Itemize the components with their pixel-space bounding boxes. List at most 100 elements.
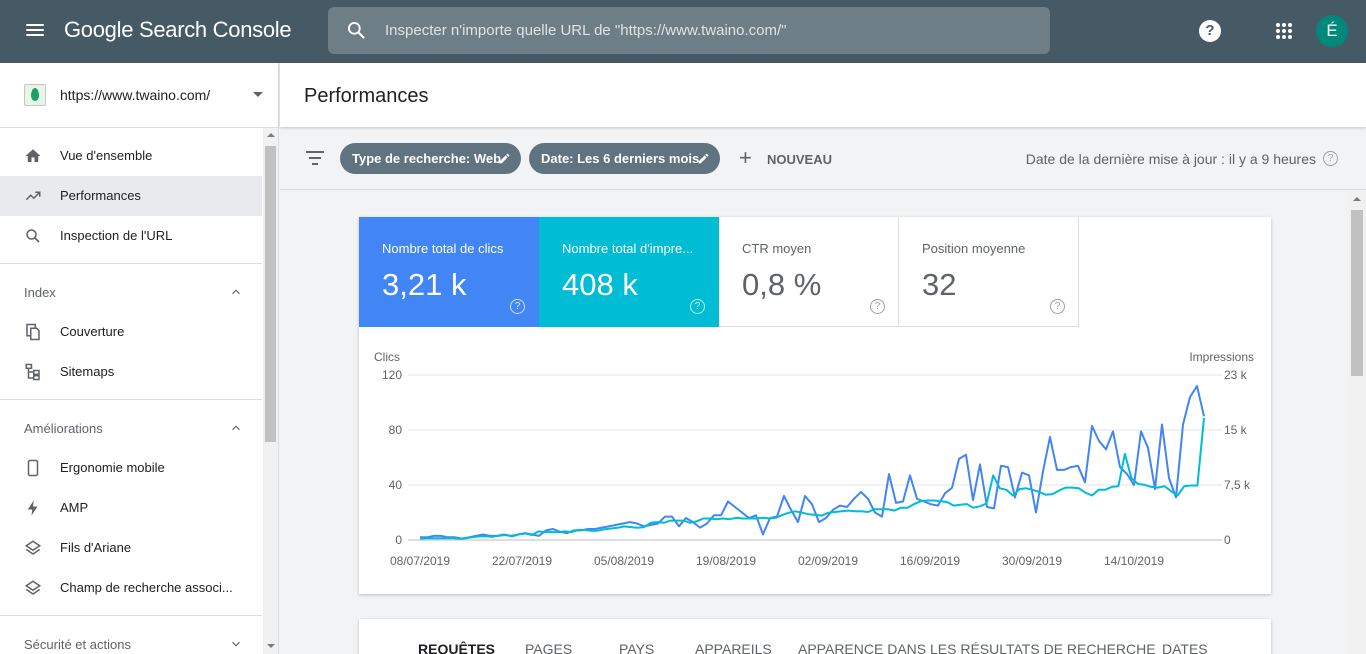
scrollbar-thumb[interactable] bbox=[1351, 210, 1363, 376]
sidebar-item-sitelinks-searchbox[interactable]: Champ de recherche associ... bbox=[0, 568, 262, 608]
tab-devices[interactable]: APPAREILS bbox=[695, 641, 772, 654]
url-inspection-search[interactable] bbox=[328, 7, 1050, 54]
metric-label: Position moyenne bbox=[922, 241, 1026, 256]
metric-label: CTR moyen bbox=[742, 241, 812, 256]
sidebar-item-label: Couverture bbox=[60, 324, 125, 339]
sidebar-item-label: Fils d'Ariane bbox=[60, 540, 132, 555]
main-scrollbar[interactable] bbox=[1349, 192, 1366, 654]
sidebar-item-label: AMP bbox=[60, 500, 89, 515]
sidebar-item-coverage[interactable]: Couverture bbox=[0, 312, 262, 352]
sidebar-item-label: Vue d'ensemble bbox=[60, 148, 153, 163]
trending-up-icon bbox=[25, 191, 41, 201]
tab-countries[interactable]: PAYS bbox=[619, 641, 654, 654]
sitemap-icon bbox=[25, 363, 40, 381]
filter-chip-label: Date: Les 6 derniers mois bbox=[541, 151, 700, 166]
search-icon bbox=[26, 229, 40, 243]
copy-icon bbox=[26, 323, 40, 341]
x-tick-label: 30/09/2019 bbox=[1002, 554, 1062, 568]
metric-value: 0,8 % bbox=[742, 267, 822, 302]
help-circle-icon[interactable]: ? bbox=[1050, 299, 1065, 314]
metric-value: 32 bbox=[922, 267, 957, 302]
y-right-tick-label: 23 k bbox=[1224, 368, 1248, 382]
sidebar: https://www.twaino.com/ Vue d'ensemble P… bbox=[0, 63, 279, 654]
layers-icon bbox=[24, 580, 42, 595]
scroll-down-icon[interactable] bbox=[267, 644, 275, 648]
section-enhancements-header[interactable]: Améliorations bbox=[0, 407, 262, 447]
y-right-tick-label: 15 k bbox=[1224, 423, 1248, 437]
section-title: Index bbox=[24, 285, 56, 300]
smartphone-icon bbox=[27, 459, 39, 477]
performance-chart: Clics Impressions 120 23 k 80 15 k 40 7,5 k 0 0 08… bbox=[374, 350, 1254, 568]
y-right-axis-title: Impressions bbox=[1189, 350, 1254, 364]
performance-card: Nombre total de clics 3,21 k ? Nombre to… bbox=[359, 217, 1271, 594]
metric-label: Nombre total de clics bbox=[382, 241, 504, 256]
metric-average-position[interactable]: Position moyenne 32 ? bbox=[899, 217, 1079, 327]
help-icon[interactable]: ? bbox=[1199, 20, 1221, 42]
filter-list-icon[interactable] bbox=[306, 151, 324, 165]
y-left-tick-label: 120 bbox=[382, 368, 402, 382]
chevron-up-icon bbox=[232, 425, 240, 431]
tab-pages[interactable]: PAGES bbox=[525, 641, 572, 654]
sidebar-item-overview[interactable]: Vue d'ensemble bbox=[0, 136, 262, 176]
section-index-header[interactable]: Index bbox=[0, 271, 262, 311]
metric-total-impressions[interactable]: Nombre total d'impre... 408 k ? bbox=[539, 217, 719, 327]
account-avatar[interactable]: É bbox=[1316, 15, 1348, 47]
sidebar-item-label: Sitemaps bbox=[60, 364, 115, 379]
filter-chip-search-type[interactable]: Type de recherche: Web bbox=[340, 143, 521, 174]
filter-chip-date[interactable]: Date: Les 6 derniers mois bbox=[529, 143, 720, 174]
sidebar-item-label: Ergonomie mobile bbox=[60, 460, 165, 475]
x-tick-label: 05/08/2019 bbox=[594, 554, 654, 568]
tab-queries[interactable]: REQUÊTES bbox=[418, 641, 495, 654]
y-left-tick-label: 80 bbox=[389, 423, 403, 437]
section-title: Sécurité et actions bbox=[24, 637, 131, 652]
app-logo[interactable]: Google Search Console bbox=[64, 17, 292, 43]
sidebar-item-label: Champ de recherche associ... bbox=[60, 580, 233, 595]
y-left-tick-label: 40 bbox=[389, 478, 403, 492]
help-circle-icon[interactable]: ? bbox=[510, 299, 525, 314]
property-url: https://www.twaino.com/ bbox=[60, 87, 211, 103]
x-tick-label: 14/10/2019 bbox=[1104, 554, 1164, 568]
edit-icon[interactable] bbox=[498, 152, 511, 165]
section-title: Améliorations bbox=[24, 421, 103, 436]
layers-icon bbox=[24, 540, 42, 555]
help-circle-icon[interactable]: ? bbox=[1323, 151, 1338, 166]
edit-icon[interactable] bbox=[697, 152, 710, 165]
sidebar-item-label: Inspection de l'URL bbox=[60, 228, 173, 243]
google-apps-icon[interactable] bbox=[1276, 23, 1293, 40]
scroll-up-icon[interactable] bbox=[267, 133, 275, 137]
filter-chip-label: Type de recherche: Web bbox=[352, 151, 502, 166]
scroll-up-icon[interactable] bbox=[1353, 197, 1361, 201]
sidebar-item-sitemaps[interactable]: Sitemaps bbox=[0, 352, 262, 392]
tab-search-appearance[interactable]: APPARENCE DANS LES RÉSULTATS DE RECHERCH… bbox=[798, 641, 1156, 654]
sidebar-item-label: Performances bbox=[60, 188, 141, 203]
hamburger-menu-icon[interactable] bbox=[24, 21, 46, 41]
metric-total-clicks[interactable]: Nombre total de clics 3,21 k ? bbox=[359, 217, 539, 327]
sidebar-item-breadcrumbs[interactable]: Fils d'Ariane bbox=[0, 528, 262, 568]
x-tick-label: 16/09/2019 bbox=[900, 554, 960, 568]
url-inspection-input[interactable] bbox=[385, 7, 1035, 54]
metric-average-ctr[interactable]: CTR moyen 0,8 % ? bbox=[719, 217, 899, 327]
help-circle-icon[interactable]: ? bbox=[870, 299, 885, 314]
page-title: Performances bbox=[304, 85, 429, 107]
sidebar-scrollbar[interactable] bbox=[263, 128, 278, 654]
metric-label: Nombre total d'impre... bbox=[562, 241, 694, 256]
sidebar-item-url-inspection[interactable]: Inspection de l'URL bbox=[0, 216, 262, 256]
tab-dates[interactable]: DATES bbox=[1162, 641, 1208, 654]
last-update-text: Date de la dernière mise à jour : il y a… bbox=[1025, 151, 1316, 167]
home-icon bbox=[25, 149, 41, 162]
site-favicon-icon bbox=[24, 84, 46, 106]
sidebar-item-performance[interactable]: Performances bbox=[0, 176, 262, 216]
caret-down-icon bbox=[253, 92, 263, 97]
y-right-tick-label: 0 bbox=[1224, 533, 1231, 547]
scrollbar-thumb[interactable] bbox=[265, 146, 276, 442]
property-selector[interactable]: https://www.twaino.com/ bbox=[0, 63, 278, 128]
new-filter-label: NOUVEAU bbox=[767, 152, 833, 167]
section-security-header[interactable]: Sécurité et actions bbox=[0, 623, 262, 654]
sidebar-item-amp[interactable]: AMP bbox=[0, 488, 262, 528]
metric-value: 3,21 k bbox=[382, 267, 467, 302]
series-line bbox=[420, 385, 1205, 540]
help-circle-icon[interactable]: ? bbox=[690, 299, 705, 314]
x-tick-label: 22/07/2019 bbox=[492, 554, 552, 568]
x-tick-label: 19/08/2019 bbox=[696, 554, 756, 568]
sidebar-item-mobile-usability[interactable]: Ergonomie mobile bbox=[0, 448, 262, 488]
